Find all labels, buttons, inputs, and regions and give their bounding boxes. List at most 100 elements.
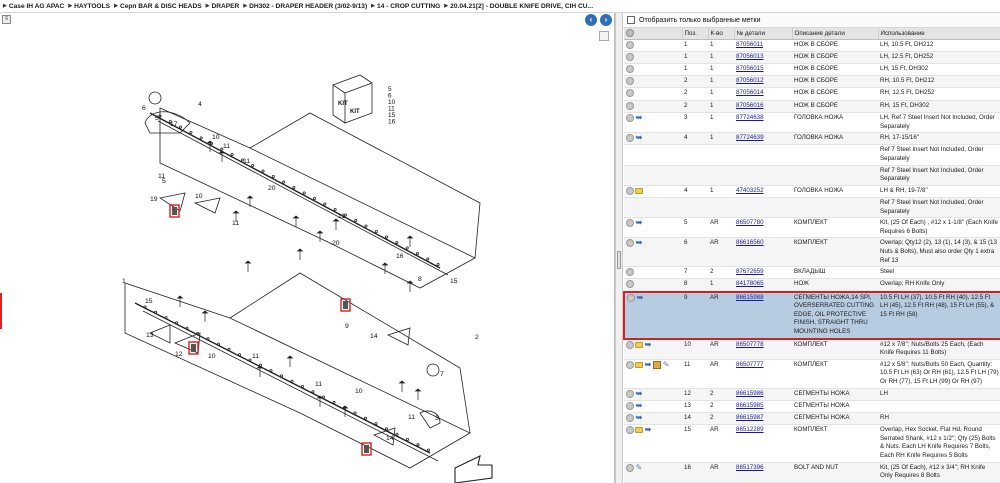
table-row[interactable]: 1 1 87056011 НОЖ В СБОРЕ LH, 10.5 Ft, DH212 [624,39,1000,52]
part-number-link[interactable]: 47403252 [736,187,764,194]
add-to-cart-icon[interactable]: ➥ [635,219,643,227]
table-row[interactable]: ➥ 15 AR 86512289 КОМПЛЕКТ Overlap, Hex Socket… [624,424,1000,463]
add-to-cart-icon[interactable]: ➥ [644,340,652,349]
callout-number[interactable]: 1 [122,278,126,285]
exploded-parts-diagram[interactable]: KIT KIT 5610111516 645171011112011519 101… [0,13,614,483]
part-number-link[interactable]: 86615986 [736,390,764,397]
part-number-link[interactable]: 87672659 [736,268,764,275]
filter-row[interactable]: Отобразить только выбранные метки [623,13,1000,28]
view-part-icon[interactable] [626,89,634,98]
callout-number[interactable]: 7 [440,371,444,378]
table-row[interactable]: Ref 7 Steel Insert Not Included, Order S… [624,144,1000,166]
breadcrumb-item[interactable]: ▶ Case IH AG APAC [3,3,64,10]
view-part-icon[interactable] [626,101,634,110]
table-row[interactable]: 7 2 87672659 ВКЛАДЫШ Steel [624,266,1000,280]
breadcrumb-item[interactable]: ▶ HAYTOOLS [68,3,110,10]
column-header-description[interactable]: Описание детали [792,28,879,40]
callout-number[interactable]: 14 [370,333,378,340]
column-header-icons[interactable] [624,28,683,40]
part-number-link[interactable]: 86615988 [736,294,764,301]
folder-icon[interactable] [635,341,643,348]
add-to-cart-icon[interactable]: ➥ [644,426,652,434]
part-number-link[interactable]: 86512289 [736,426,764,433]
table-row[interactable]: 2 1 87056012 НОЖ В СБОРЕ RH, 10.5 Ft, DH212 [624,75,1000,89]
table-row[interactable]: 2 1 87056016 НОЖ В СБОРЕ RH, 15 Ft, DH302 [624,100,1000,113]
callout-number[interactable]: 20 [332,240,340,247]
column-header-qty[interactable]: К-во [708,28,735,40]
callout-number[interactable]: 6 [142,105,146,112]
pane-splitter[interactable] [615,13,623,483]
callout-number[interactable]: 10 [195,193,203,200]
table-row[interactable]: 4 1 47403252 ГОЛОВКА НОЖА LH & RH, 19-7/8'' [624,185,1000,198]
splitter-grip-handle[interactable] [617,251,621,269]
table-row[interactable]: 1 1 87056015 НОЖ В СБОРЕ LH, 15 Ft, DH302 [624,63,1000,77]
callout-number[interactable]: 11 [243,158,250,165]
table-row[interactable]: ➥ 9 AR 86615988 СЕГМЕНТЫ НОЖА,14 SPI, OVERSE… [623,290,1000,340]
breadcrumb-item[interactable]: ▶ 14 - CROP CUTTING [371,3,440,10]
part-number-link[interactable]: 86507778 [736,341,764,348]
folder-icon[interactable] [635,187,643,194]
callout-number[interactable]: 12 [175,351,183,358]
part-number-link[interactable]: 84178065 [736,280,764,287]
callout-number[interactable]: 17 [170,121,178,128]
callout-number[interactable]: 11 [408,414,415,421]
table-row[interactable]: Ref 7 Steel Insert Not Included, Order S… [624,165,1000,186]
table-row[interactable]: ➥ 14 2 86615987 СЕГМЕНТЫ НОЖА RH [624,412,1000,426]
callout-number[interactable]: 11 [252,353,259,360]
table-row[interactable]: 1 1 87056013 НОЖ В СБОРЕ LH, 12.5 Ft, DH252 [624,51,1000,64]
table-row[interactable]: ➥ 12 2 86615986 СЕГМЕНТЫ НОЖА LH [624,388,1000,401]
callout-number[interactable]: 11 [338,213,345,220]
table-row[interactable]: ➥ 13 2 86615985 СЕГМЕНТЫ НОЖА [624,400,1000,413]
callout-number[interactable]: 3 [435,415,439,422]
part-number-link[interactable]: 87724638 [736,114,764,121]
table-row[interactable]: ➥ 6 AR 86616560 КОМПЛЕКТ Overlap; Qty12 (2), … [624,237,1000,268]
view-part-icon[interactable] [626,64,634,73]
view-part-icon[interactable] [626,113,634,122]
part-number-link[interactable]: 86517396 [736,464,764,471]
view-part-icon[interactable] [626,426,634,435]
show-selected-only-checkbox[interactable] [627,16,635,24]
table-row[interactable]: Ref 7 Steel Insert Not Included, Order S… [624,197,1000,219]
view-part-icon[interactable] [626,239,634,248]
callout-number[interactable]: 2 [475,334,479,341]
callout-number[interactable]: 11 [315,381,322,388]
view-part-icon[interactable] [626,186,634,195]
part-number-link[interactable]: 87056016 [736,102,764,109]
table-row[interactable]: 2 1 87056014 НОЖ В СБОРЕ RH, 12.5 Ft, DH252 [624,87,1000,101]
part-number-link[interactable]: 87056012 [736,77,764,84]
add-to-cart-icon[interactable]: ➥ [644,360,652,369]
view-part-icon[interactable] [626,360,634,369]
callout-number[interactable]: 11 [232,220,239,227]
part-number-link[interactable]: 86615987 [736,414,764,421]
view-part-icon[interactable] [626,280,634,289]
callout-number[interactable]: 5 [155,115,159,122]
breadcrumb-item[interactable]: ▶ DH302 - DRAPER HEADER (3/02-9/13) [243,3,367,10]
part-number-link[interactable]: 87056014 [736,89,764,96]
part-number-link[interactable]: 87724639 [736,134,764,141]
breadcrumb-item[interactable]: ▶ 20.04.21[2] - DOUBLE KNIFE DRIVE, CIH C… [444,3,593,10]
part-number-link[interactable]: 87056013 [736,53,764,60]
add-to-cart-icon[interactable]: ➥ [636,293,644,302]
part-number-link[interactable]: 86615985 [736,402,764,409]
part-number-link[interactable]: 86507780 [736,219,764,226]
callout-number[interactable]: 8 [418,276,422,283]
view-part-icon[interactable] [627,293,635,302]
column-header-usage[interactable]: Использование [878,28,1000,40]
table-row[interactable]: ➥ 4 1 87724639 ГОЛОВКА НОЖА RH, 17-15/16'' [624,132,1000,146]
callout-number[interactable]: 10 [355,388,363,395]
table-row[interactable]: ➥ 5 AR 86507780 КОМПЛЕКТ Kit, (25 Of Each) , … [624,217,1000,239]
folder-icon[interactable] [635,427,643,434]
callout-number[interactable]: 9 [345,323,349,330]
view-part-icon[interactable] [626,77,634,86]
diagram-pane[interactable]: ≡ ‹ › KIT KIT 5 6 10 11 15 16 6 4 5 17 1… [0,13,615,483]
callout-number[interactable]: 20 [268,185,276,192]
view-part-icon[interactable] [626,340,634,349]
table-row[interactable]: ➥ ✎ 11 AR 86507777 КОМПЛЕКТ #12 x 5/8''; Nuts/… [624,359,1000,389]
callout-number[interactable]: 10 [212,134,220,141]
view-part-icon[interactable] [626,40,634,49]
view-part-icon[interactable] [626,268,634,277]
part-number-link[interactable]: 87056015 [736,65,764,72]
folder-icon[interactable] [635,361,643,368]
add-to-cart-icon[interactable]: ➥ [635,389,643,398]
wrench-icon[interactable]: ✎ [635,463,643,472]
